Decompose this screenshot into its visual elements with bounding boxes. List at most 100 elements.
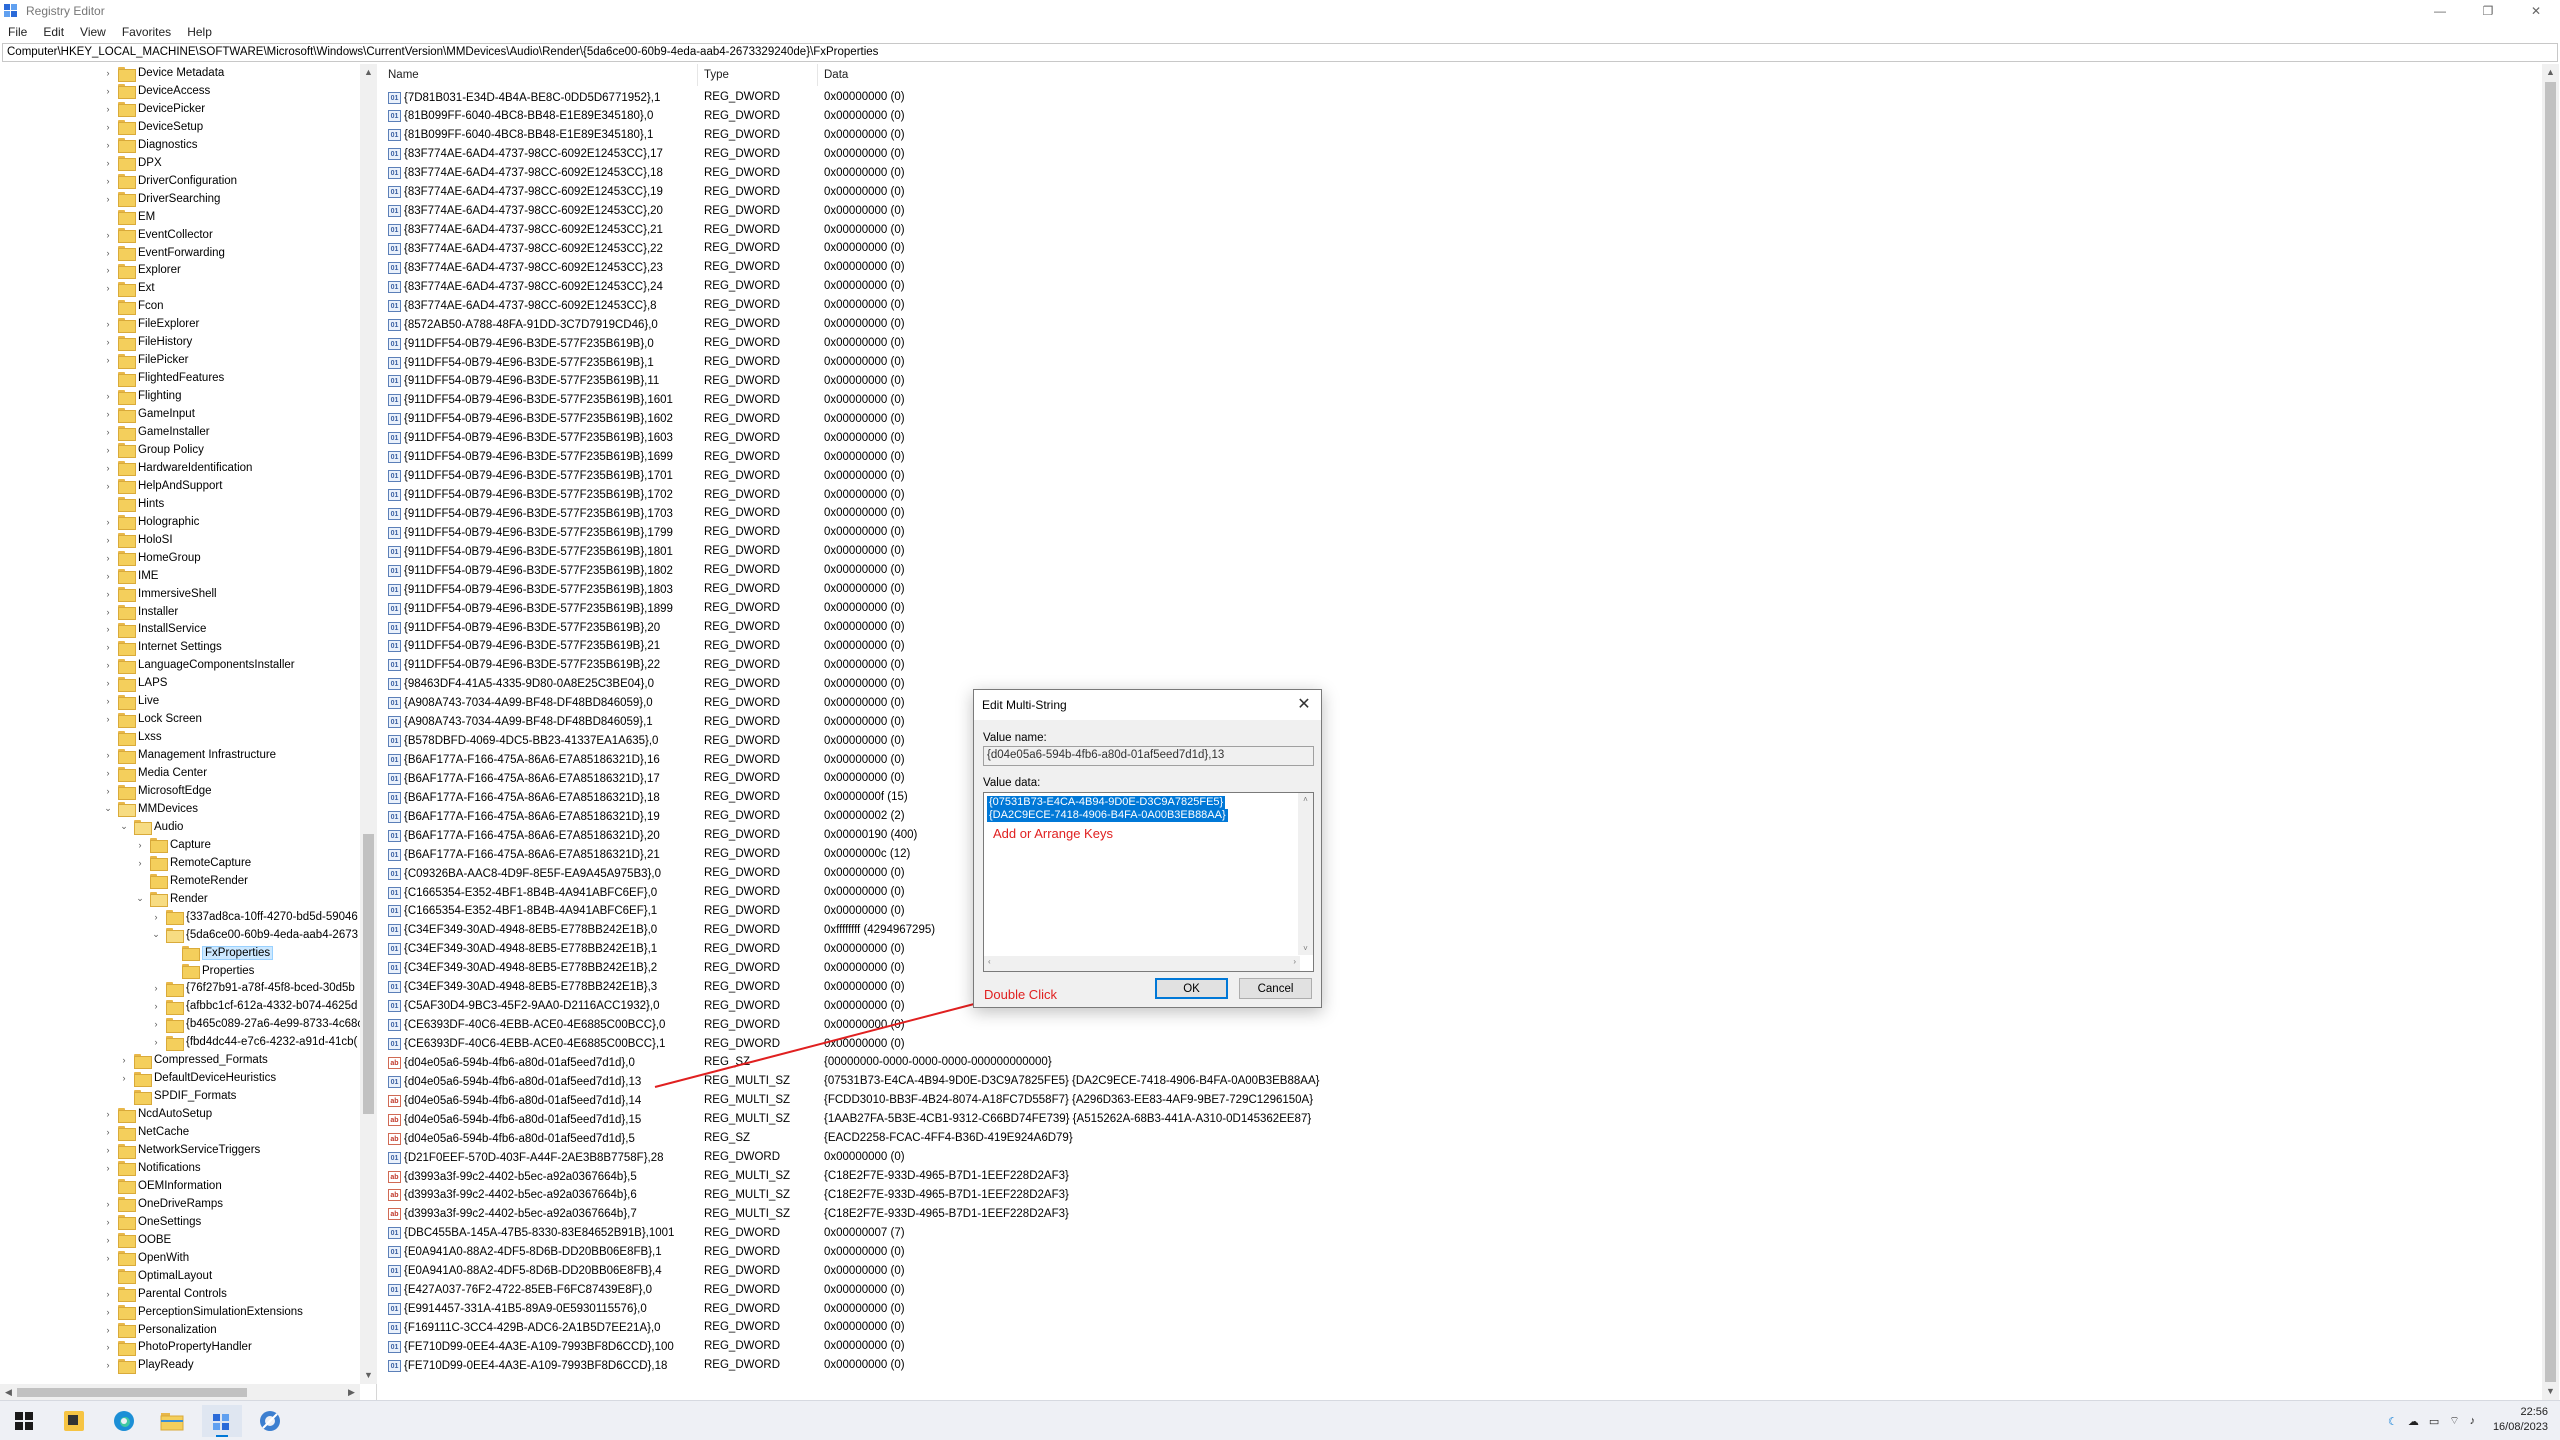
chevron-right-icon[interactable]: › (102, 768, 114, 778)
tree-item[interactable]: › DeviceAccess (102, 82, 210, 100)
chevron-right-icon[interactable]: › (102, 337, 114, 347)
value-row[interactable]: ab {d04e05a6-594b-4fb6-a80d-01af5eed7d1d}… (382, 1053, 1882, 1072)
tree-item[interactable]: › GameInput (102, 405, 195, 423)
chevron-right-icon[interactable]: › (102, 481, 114, 491)
chevron-right-icon[interactable]: › (102, 122, 114, 132)
chevron-down-icon[interactable]: ⌄ (134, 893, 146, 904)
chevron-right-icon[interactable]: › (150, 1019, 162, 1029)
chevron-right-icon[interactable]: › (102, 230, 114, 240)
tree-item[interactable]: › EventCollector (102, 226, 213, 244)
tree-item[interactable]: › Diagnostics (102, 136, 197, 154)
value-row[interactable]: 01 {83F774AE-6AD4-4737-98CC-6092E12453CC}… (382, 202, 1882, 221)
cancel-button[interactable]: Cancel (1239, 978, 1312, 999)
tree-item[interactable]: › LAPS (102, 674, 167, 692)
tree-item[interactable]: › Explorer (102, 261, 181, 279)
value-row[interactable]: 01 {911DFF54-0B79-4E96-B3DE-577F235B619B}… (382, 637, 1882, 656)
tree-item[interactable]: ⌄ {5da6ce00-60b9-4eda-aab4-2673 (150, 926, 358, 944)
value-row[interactable]: 01 {911DFF54-0B79-4E96-B3DE-577F235B619B}… (382, 580, 1882, 599)
value-row[interactable]: 01 {E9914457-331A-41B5-89A9-0E5930115576}… (382, 1300, 1882, 1319)
chevron-right-icon[interactable]: › (102, 517, 114, 527)
value-row[interactable]: 01 {E0A941A0-88A2-4DF5-8D6B-DD20BB06E8FB}… (382, 1262, 1882, 1281)
value-row[interactable]: 01 {FE710D99-0EE4-4A3E-A109-7993BF8D6CCD}… (382, 1337, 1882, 1356)
value-row[interactable]: 01 {E0A941A0-88A2-4DF5-8D6B-DD20BB06E8FB}… (382, 1243, 1882, 1262)
value-row[interactable]: 01 {911DFF54-0B79-4E96-B3DE-577F235B619B}… (382, 561, 1882, 580)
display-icon[interactable]: ▭ (2429, 1415, 2439, 1428)
taskbar-app-registry-editor[interactable] (202, 1405, 242, 1437)
tree-item[interactable]: › DriverConfiguration (102, 172, 237, 190)
scroll-up-arrow-icon[interactable]: ▲ (360, 64, 377, 81)
chevron-right-icon[interactable]: › (102, 1145, 114, 1155)
tree-item[interactable]: › Device Metadata (102, 64, 224, 82)
cloud-icon[interactable]: ☁ (2408, 1415, 2419, 1428)
minimize-button[interactable]: — (2416, 0, 2464, 22)
chevron-right-icon[interactable]: › (102, 786, 114, 796)
tree-item[interactable]: › RemoteCapture (134, 854, 251, 872)
value-row[interactable]: 01 {911DFF54-0B79-4E96-B3DE-577F235B619B}… (382, 618, 1882, 637)
system-clock[interactable]: 22:56 16/08/2023 (2493, 1405, 2548, 1435)
tree-item[interactable]: › FileHistory (102, 333, 192, 351)
value-row[interactable]: 01 {83F774AE-6AD4-4737-98CC-6092E12453CC}… (382, 277, 1882, 296)
tree-item[interactable]: › PerceptionSimulationExtensions (102, 1303, 303, 1321)
chevron-right-icon[interactable]: › (150, 912, 162, 922)
value-row[interactable]: 01 {81B099FF-6040-4BC8-BB48-E1E89E345180}… (382, 107, 1882, 126)
chevron-right-icon[interactable]: › (102, 1217, 114, 1227)
tree-item[interactable]: FlightedFeatures (102, 369, 224, 387)
chevron-right-icon[interactable]: › (102, 607, 114, 617)
taskbar-app-edge[interactable] (104, 1405, 144, 1437)
value-row[interactable]: 01 {911DFF54-0B79-4E96-B3DE-577F235B619B}… (382, 410, 1882, 429)
value-row[interactable]: 01 {8572AB50-A788-48FA-91DD-3C7D7919CD46}… (382, 315, 1882, 334)
tree-item[interactable]: Properties (166, 962, 254, 980)
tree-item[interactable]: › Personalization (102, 1321, 217, 1339)
value-row[interactable]: 01 {83F774AE-6AD4-4737-98CC-6092E12453CC}… (382, 296, 1882, 315)
tree-item[interactable]: › OneSettings (102, 1213, 201, 1231)
scroll-left-arrow-icon[interactable]: ‹ (988, 957, 991, 966)
value-row[interactable]: 01 {83F774AE-6AD4-4737-98CC-6092E12453CC}… (382, 258, 1882, 277)
chevron-right-icon[interactable]: › (102, 1307, 114, 1317)
tree-item[interactable]: ⌄ MMDevices (102, 800, 198, 818)
value-row[interactable]: ab {d04e05a6-594b-4fb6-a80d-01af5eed7d1d}… (382, 1110, 1882, 1129)
value-row[interactable]: 01 {911DFF54-0B79-4E96-B3DE-577F235B619B}… (382, 504, 1882, 523)
chevron-right-icon[interactable]: › (102, 140, 114, 150)
scroll-left-arrow-icon[interactable]: ◀ (0, 1384, 17, 1401)
chevron-right-icon[interactable]: › (102, 1109, 114, 1119)
chevron-right-icon[interactable]: › (102, 696, 114, 706)
tree-item[interactable]: › HelpAndSupport (102, 477, 222, 495)
chevron-right-icon[interactable]: › (102, 445, 114, 455)
tree-item[interactable]: › Notifications (102, 1159, 201, 1177)
value-row[interactable]: 01 {911DFF54-0B79-4E96-B3DE-577F235B619B}… (382, 523, 1882, 542)
value-row[interactable]: 01 {911DFF54-0B79-4E96-B3DE-577F235B619B}… (382, 372, 1882, 391)
value-row[interactable]: ab {d3993a3f-99c2-4402-b5ec-a92a0367664b}… (382, 1205, 1882, 1224)
tree-item[interactable]: › NcdAutoSetup (102, 1105, 212, 1123)
maximize-button[interactable]: ❐ (2464, 0, 2512, 22)
scroll-thumb[interactable] (2545, 82, 2556, 1382)
value-row[interactable]: ab {d3993a3f-99c2-4402-b5ec-a92a0367664b}… (382, 1186, 1882, 1205)
chevron-right-icon[interactable]: › (102, 1289, 114, 1299)
tree-item[interactable]: EM (102, 208, 155, 226)
column-header-data[interactable]: Data (818, 64, 2518, 86)
value-row[interactable]: 01 {911DFF54-0B79-4E96-B3DE-577F235B619B}… (382, 599, 1882, 618)
values-vertical-scrollbar[interactable]: ▲ ▼ (2542, 64, 2559, 1400)
tree-vertical-scrollbar[interactable]: ▲ ▼ (360, 64, 377, 1384)
tree-item[interactable]: › {fbd4dc44-e7c6-4232-a91d-41cb( (150, 1033, 357, 1051)
tree-item[interactable]: › OpenWith (102, 1249, 189, 1267)
value-row[interactable]: 01 {81B099FF-6040-4BC8-BB48-E1E89E345180}… (382, 126, 1882, 145)
chevron-right-icon[interactable]: › (102, 1253, 114, 1263)
tree-item[interactable]: › {b465c089-27a6-4e99-8733-4c68c (150, 1015, 363, 1033)
chevron-right-icon[interactable]: › (102, 714, 114, 724)
scroll-up-arrow-icon[interactable]: ˄ (1298, 795, 1313, 804)
chevron-right-icon[interactable]: › (102, 1360, 114, 1370)
chevron-right-icon[interactable]: › (102, 571, 114, 581)
chevron-right-icon[interactable]: › (102, 158, 114, 168)
value-row[interactable]: ab {d3993a3f-99c2-4402-b5ec-a92a0367664b}… (382, 1167, 1882, 1186)
textarea-vertical-scrollbar[interactable]: ˄ ˅ (1298, 793, 1313, 955)
tree-item[interactable]: › Holographic (102, 513, 199, 531)
tree-item[interactable]: › LanguageComponentsInstaller (102, 656, 295, 674)
value-row[interactable]: 01 {83F774AE-6AD4-4737-98CC-6092E12453CC}… (382, 221, 1882, 240)
tree-item[interactable]: › Capture (134, 836, 211, 854)
tree-item[interactable]: › Lock Screen (102, 710, 202, 728)
chevron-right-icon[interactable]: › (102, 1342, 114, 1352)
tree-item[interactable]: › Parental Controls (102, 1285, 227, 1303)
tree-item[interactable]: › Installer (102, 603, 178, 621)
chevron-right-icon[interactable]: › (102, 391, 114, 401)
tree-item[interactable]: ⌄ Audio (118, 818, 183, 836)
